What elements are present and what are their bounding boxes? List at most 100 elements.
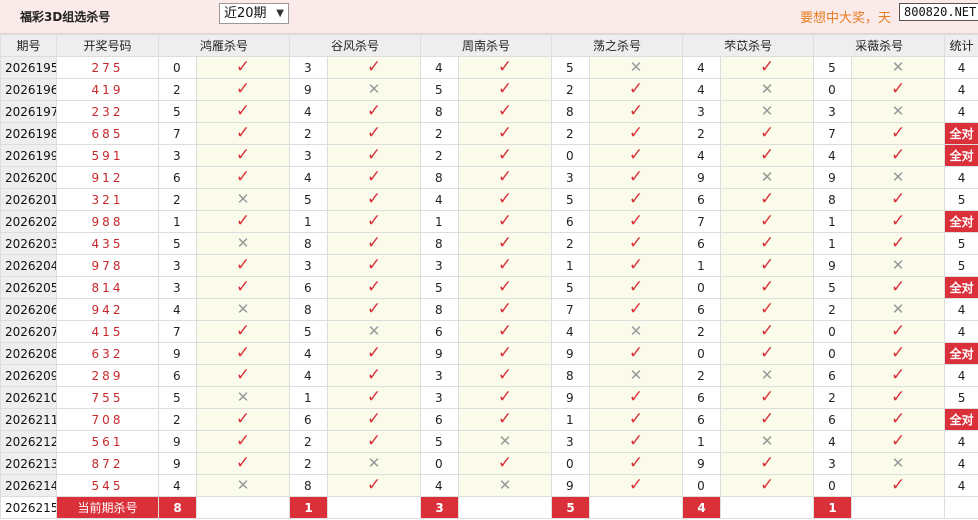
count-cell: 4 bbox=[944, 364, 978, 387]
kill-number-cell: 8 bbox=[289, 298, 329, 321]
check-icon: ✓ bbox=[235, 431, 251, 451]
kill-number-cell: 5 bbox=[420, 430, 460, 453]
result-mark-cell: ✓ bbox=[195, 276, 291, 299]
result-mark-cell: ✓ bbox=[327, 166, 422, 189]
cross-icon: ✕ bbox=[891, 58, 905, 76]
check-icon: ✓ bbox=[628, 431, 644, 451]
kill-number-cell: 9 bbox=[813, 166, 853, 189]
kill-number-cell: 6 bbox=[813, 408, 853, 431]
promo-slogan[interactable]: 要想中大奖，天 bbox=[800, 7, 891, 26]
kill-number-cell: 6 bbox=[682, 408, 722, 431]
kill-number-cell: 3 bbox=[420, 386, 460, 409]
check-icon: ✓ bbox=[759, 387, 775, 407]
cross-icon: ✕ bbox=[891, 102, 905, 120]
result-mark-cell: ✓ bbox=[327, 342, 422, 365]
count-cell: 5 bbox=[944, 254, 978, 277]
kill-number-cell: 1 bbox=[289, 210, 329, 233]
result-mark-cell: ✕ bbox=[327, 78, 422, 101]
result-mark-cell: ✓ bbox=[458, 122, 553, 145]
kill-number-cell: 5 bbox=[813, 56, 853, 79]
kill-number-cell: 2 bbox=[158, 408, 197, 431]
check-icon: ✓ bbox=[890, 387, 906, 407]
kill-number-cell: 8 bbox=[289, 232, 329, 255]
check-icon: ✓ bbox=[497, 321, 513, 341]
check-icon: ✓ bbox=[890, 123, 906, 143]
result-mark-cell: ✕ bbox=[851, 254, 946, 277]
kill-number-cell: 6 bbox=[682, 386, 722, 409]
result-mark-cell: ✕ bbox=[851, 298, 946, 321]
column-header: 谷风杀号 bbox=[289, 34, 422, 57]
kill-number-cell: 2 bbox=[289, 122, 329, 145]
kill-number-cell: 3 bbox=[289, 144, 329, 167]
check-icon: ✓ bbox=[759, 343, 775, 363]
check-icon: ✓ bbox=[497, 189, 513, 209]
kill-number-cell: 0 bbox=[551, 144, 591, 167]
check-icon: ✓ bbox=[497, 299, 513, 319]
result-mark-cell: ✓ bbox=[589, 188, 684, 211]
result-mark-cell: ✓ bbox=[720, 298, 815, 321]
kill-number-cell: 9 bbox=[813, 254, 853, 277]
kill-number-cell: 6 bbox=[682, 232, 722, 255]
kill-number-cell: 9 bbox=[682, 166, 722, 189]
result-mark-cell: ✓ bbox=[589, 166, 684, 189]
period-cell: 2026206 bbox=[0, 298, 57, 321]
period-cell: 2026215 bbox=[0, 496, 57, 519]
result-mark-cell: ✓ bbox=[720, 144, 815, 167]
draw-number-cell: 289 bbox=[56, 364, 159, 387]
check-icon: ✓ bbox=[890, 343, 906, 363]
check-icon: ✓ bbox=[366, 57, 382, 77]
period-range-value: 近20期 bbox=[224, 6, 267, 21]
kill-number-cell: 3 bbox=[551, 166, 591, 189]
period-cell: 2026199 bbox=[0, 144, 57, 167]
check-icon: ✓ bbox=[759, 145, 775, 165]
table-row: 2026195 275 0 ✓ 3 ✓ 4 ✓ 5 ✕ 4 ✓ 5 ✕ 4 bbox=[0, 56, 978, 79]
period-range-select[interactable]: 近20期 ▼ bbox=[219, 3, 289, 24]
cross-icon: ✕ bbox=[760, 102, 774, 120]
site-badge[interactable]: 800820.NET bbox=[899, 3, 978, 21]
cross-icon: ✕ bbox=[891, 168, 905, 186]
check-icon: ✓ bbox=[628, 387, 644, 407]
table-row: 2026203 435 5 ✕ 8 ✓ 8 ✓ 2 ✓ 6 ✓ 1 ✓ 5 bbox=[0, 232, 978, 255]
result-mark-cell: ✓ bbox=[195, 144, 291, 167]
result-mark-cell: ✓ bbox=[720, 276, 815, 299]
result-mark-cell: ✓ bbox=[589, 342, 684, 365]
period-cell: 2026198 bbox=[0, 122, 57, 145]
period-cell: 2026207 bbox=[0, 320, 57, 343]
table-row: 2026200 912 6 ✓ 4 ✓ 8 ✓ 3 ✓ 9 ✕ 9 ✕ 4 bbox=[0, 166, 978, 189]
kill-number-cell: 1 bbox=[813, 210, 853, 233]
draw-number-cell: 988 bbox=[56, 210, 159, 233]
column-header: 期号 bbox=[0, 34, 57, 57]
kill-number-cell: 5 bbox=[551, 276, 591, 299]
result-mark-cell: ✓ bbox=[589, 122, 684, 145]
result-mark-cell: ✕ bbox=[720, 430, 815, 453]
draw-number-cell: 942 bbox=[56, 298, 159, 321]
result-mark-cell: ✓ bbox=[458, 320, 553, 343]
table-row: 2026201 321 2 ✕ 5 ✓ 4 ✓ 5 ✓ 6 ✓ 8 ✓ 5 bbox=[0, 188, 978, 211]
cross-icon: ✕ bbox=[629, 366, 643, 384]
check-icon: ✓ bbox=[628, 299, 644, 319]
count-cell: 全对 bbox=[944, 144, 978, 167]
count-cell: 全对 bbox=[944, 276, 978, 299]
draw-number-cell: 708 bbox=[56, 408, 159, 431]
result-mark-cell: ✓ bbox=[195, 452, 291, 475]
kill-number-cell: 2 bbox=[813, 298, 853, 321]
kill-number-cell: 8 bbox=[420, 298, 460, 321]
check-icon: ✓ bbox=[628, 475, 644, 495]
table-row: 2026213 872 9 ✓ 2 ✕ 0 ✓ 0 ✓ 9 ✓ 3 ✕ 4 bbox=[0, 452, 978, 475]
kill-number-cell: 0 bbox=[813, 320, 853, 343]
result-mark-cell: ✕ bbox=[851, 452, 946, 475]
check-icon: ✓ bbox=[759, 409, 775, 429]
check-icon: ✓ bbox=[497, 145, 513, 165]
kill-number-cell: 6 bbox=[158, 166, 197, 189]
check-icon: ✓ bbox=[235, 167, 251, 187]
result-mark-cell: ✓ bbox=[195, 254, 291, 277]
kill-number-cell: 5 bbox=[420, 276, 460, 299]
current-kill-number: 3 bbox=[420, 496, 460, 519]
draw-number-cell: 232 bbox=[56, 100, 159, 123]
result-mark-cell: ✓ bbox=[458, 166, 553, 189]
result-mark-cell: ✓ bbox=[458, 342, 553, 365]
result-mark-cell: ✕ bbox=[720, 78, 815, 101]
count-cell: 全对 bbox=[944, 342, 978, 365]
kill-number-table: 期号 开奖号码 鸿雁杀号 谷风杀号 周南杀号 荡之杀号 芣苡杀号 采薇杀号 统计 2026195… bbox=[0, 34, 978, 519]
check-icon: ✓ bbox=[366, 387, 382, 407]
